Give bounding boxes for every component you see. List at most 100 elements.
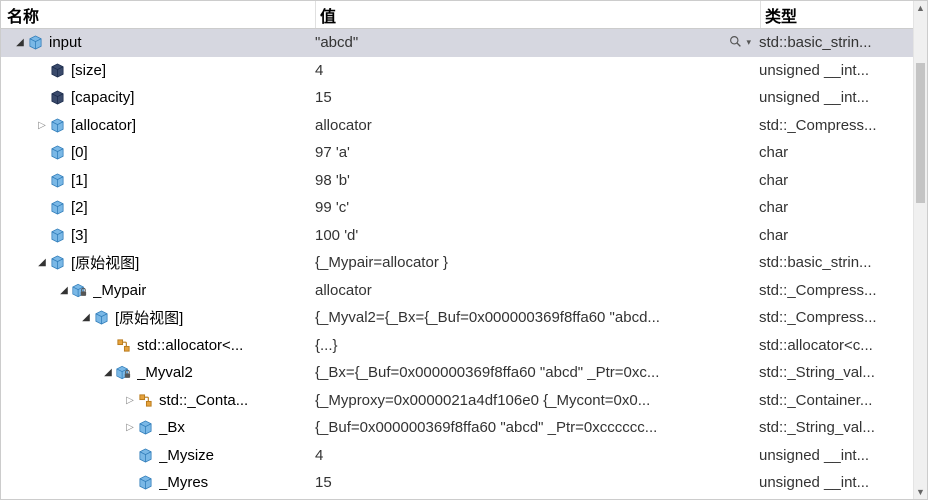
variable-name: input [49,34,82,51]
value-cell[interactable]: 99 'c' [315,199,759,216]
name-cell: ▷std::_Conta... [1,392,315,409]
field-icon [137,420,153,436]
value-cell[interactable]: {_Mypair=allocator } [315,254,759,271]
inherited-icon [115,337,131,353]
name-cell: ◢[原始视图] [1,307,315,328]
field-icon [27,35,43,51]
inherited-icon [137,392,153,408]
table-row[interactable]: ▷_Myres15unsigned __int... [1,469,927,497]
variable-value: allocator [315,282,755,299]
name-cell: ▷[1] [1,172,315,189]
table-row[interactable]: ▷ [allocator] allocatorstd::_Compress... [1,112,927,140]
value-cell[interactable]: "abcd"▾ [315,34,759,51]
collapse-icon[interactable]: ◢ [57,283,71,297]
variable-value: 15 [315,474,755,491]
rows-container: ◢input"abcd"▾std::basic_strin...▷[size]4… [1,29,927,499]
variable-value: {...} [315,337,755,354]
table-row[interactable]: ▷std::allocator<...{...}std::allocator<c… [1,332,927,360]
scroll-up-button[interactable]: ▲ [914,1,927,15]
type-cell: std::_Compress... [759,282,927,299]
value-cell[interactable]: 15 [315,89,759,106]
variable-value: {_Buf=0x000000369f8ffa60 "abcd" _Ptr=0xc… [315,419,755,436]
field-icon [49,255,65,271]
collapse-icon[interactable]: ◢ [13,36,27,50]
table-row[interactable]: ◢[原始视图]{_Myval2={_Bx={_Buf=0x000000369f8… [1,304,927,332]
variable-value: 97 'a' [315,144,755,161]
value-cell[interactable]: 15 [315,474,759,491]
variable-value: 98 'b' [315,172,755,189]
variable-type: std::_Compress... [759,117,877,134]
header-name[interactable]: 名称 [1,1,315,28]
value-cell[interactable]: {_Myval2={_Bx={_Buf=0x000000369f8ffa60 "… [315,309,759,326]
expand-icon[interactable]: ▷ [123,393,137,407]
value-cell[interactable]: 4 [315,62,759,79]
name-cell: ◢_Myval2 [1,364,315,381]
variable-value: 15 [315,89,755,106]
type-cell: unsigned __int... [759,62,927,79]
type-cell: std::basic_strin... [759,254,927,271]
value-cell[interactable]: 98 'b' [315,172,759,189]
value-cell[interactable]: {_Bx={_Buf=0x000000369f8ffa60 "abcd" _Pt… [315,364,759,381]
vertical-scrollbar[interactable]: ▲ ▼ [913,1,927,499]
table-row[interactable]: ◢ _Mypair allocatorstd::_Compress... [1,277,927,305]
table-row[interactable]: ▷std::_Conta...{_Myproxy=0x0000021a4df10… [1,387,927,415]
collapse-icon[interactable]: ◢ [101,366,115,380]
variable-value: {_Bx={_Buf=0x000000369f8ffa60 "abcd" _Pt… [315,364,755,381]
name-cell: ◢[原始视图] [1,252,315,273]
magnifier-icon[interactable] [729,35,742,51]
type-cell: std::basic_strin... [759,34,927,51]
variable-name: [0] [71,144,88,161]
value-cell[interactable]: {...} [315,337,759,354]
field-dark-icon [49,90,65,106]
table-row[interactable]: ◢_Myval2{_Bx={_Buf=0x000000369f8ffa60 "a… [1,359,927,387]
type-cell: std::allocator<c... [759,337,927,354]
name-cell: ▷_Myres [1,474,315,491]
table-row[interactable]: ▷[2]99 'c'char [1,194,927,222]
scroll-thumb[interactable] [916,63,925,203]
value-cell[interactable]: {_Buf=0x000000369f8ffa60 "abcd" _Ptr=0xc… [315,419,759,436]
variable-name: _Mypair [93,282,146,299]
name-cell: ▷[size] [1,62,315,79]
value-cell[interactable]: {_Myproxy=0x0000021a4df106e0 {_Mycont=0x… [315,392,759,409]
header-value[interactable]: 值 [316,1,760,28]
variable-value: 100 'd' [315,227,755,244]
table-row[interactable]: ▷[0]97 'a'char [1,139,927,167]
value-cell[interactable]: allocator [315,117,759,134]
value-cell[interactable]: 97 'a' [315,144,759,161]
table-row[interactable]: ▷_Bx{_Buf=0x000000369f8ffa60 "abcd" _Ptr… [1,414,927,442]
table-row[interactable]: ▷[3]100 'd'char [1,222,927,250]
table-row[interactable]: ◢ input "abcd"▾std::basic_strin... [1,29,927,57]
name-cell: ▷[2] [1,199,315,216]
variable-type: std::_Container... [759,392,872,409]
name-cell: ◢ _Mypair [1,282,315,299]
scroll-down-button[interactable]: ▼ [914,485,927,499]
variable-name: [1] [71,172,88,189]
name-cell: ▷[capacity] [1,89,315,106]
expand-icon[interactable]: ▷ [35,118,49,132]
name-cell: ▷ [allocator] [1,117,315,134]
chevron-down-icon[interactable]: ▾ [746,37,751,48]
collapse-icon[interactable]: ◢ [35,256,49,270]
field-icon [49,117,65,133]
field-private-icon [71,282,87,298]
variable-value: 4 [315,447,755,464]
name-cell: ◢ input [1,34,315,51]
variable-value: allocator [315,117,755,134]
value-cell[interactable]: 4 [315,447,759,464]
variable-name: [allocator] [71,117,136,134]
value-cell[interactable]: 100 'd' [315,227,759,244]
expand-icon[interactable]: ▷ [123,421,137,435]
table-row[interactable]: ▷[size]4unsigned __int... [1,57,927,85]
value-cell[interactable]: allocator [315,282,759,299]
field-icon [137,475,153,491]
type-cell: unsigned __int... [759,89,927,106]
table-row[interactable]: ◢[原始视图]{_Mypair=allocator }std::basic_st… [1,249,927,277]
type-cell: unsigned __int... [759,447,927,464]
header-type[interactable]: 类型 [761,1,927,28]
variable-value: {_Mypair=allocator } [315,254,755,271]
collapse-icon[interactable]: ◢ [79,311,93,325]
variable-type: char [759,144,788,161]
table-row[interactable]: ▷_Mysize4unsigned __int... [1,442,927,470]
table-row[interactable]: ▷[capacity]15unsigned __int... [1,84,927,112]
table-row[interactable]: ▷[1]98 'b'char [1,167,927,195]
